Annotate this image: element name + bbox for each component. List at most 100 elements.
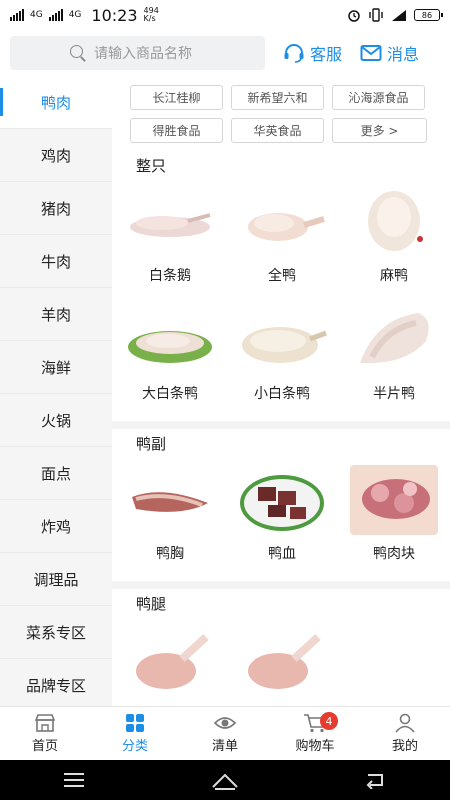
battery-icon: 86: [414, 9, 443, 21]
status-right: 86: [347, 8, 443, 22]
search-icon: [70, 45, 86, 61]
tab-label: 分类: [121, 739, 148, 754]
product-item[interactable]: 鸭血: [226, 459, 338, 577]
alarm-icon: [348, 10, 360, 22]
sidebar-item-label: 牛肉: [40, 252, 71, 271]
product-item[interactable]: 半片鸭: [338, 299, 450, 417]
bottom-tab-bar: 首页 分类 清单 购物车 4 我的: [0, 706, 450, 760]
mail-icon: [360, 45, 382, 61]
raw-goose-image: [122, 181, 218, 259]
large-duck-image: [122, 299, 218, 377]
cart-count-badge: 4: [320, 712, 338, 730]
sidebar-item[interactable]: 火锅: [0, 394, 112, 447]
product-item[interactable]: 鸭胸: [114, 459, 226, 577]
sidebar-item-label: 炸鸡: [40, 517, 71, 536]
sidebar-item-label: 调理品: [33, 570, 79, 589]
section-title: 鸭腿: [136, 595, 167, 613]
product-grid: [112, 619, 450, 706]
message-label: 消息: [387, 45, 420, 64]
product-name: 麻鸭: [380, 268, 408, 284]
sidebar-item-label: 羊肉: [40, 305, 71, 324]
sidebar-item-label: 猪肉: [40, 199, 71, 218]
sidebar-item[interactable]: 牛肉: [0, 235, 112, 288]
sidebar-item[interactable]: 鸡肉: [0, 129, 112, 182]
sidebar-item[interactable]: 海鲜: [0, 341, 112, 394]
status-left: 4G 4G 10:23 494 K/s: [10, 6, 166, 25]
section-divider: [112, 421, 450, 429]
brand-chip[interactable]: 长江桂柳: [130, 85, 223, 110]
sidebar-item-label: 菜系专区: [25, 623, 86, 642]
product-item[interactable]: 全鸭: [226, 181, 338, 299]
product-item[interactable]: 麻鸭: [338, 181, 450, 299]
network-label-2: 4G: [68, 10, 82, 20]
tab-item[interactable]: 首页: [0, 707, 90, 760]
section-title: 整只: [136, 157, 167, 175]
sidebar-item-label: 鸭肉: [40, 93, 71, 112]
brand-chip[interactable]: 得胜食品: [130, 118, 223, 143]
sidebar-item[interactable]: 菜系专区: [0, 606, 112, 659]
tab-item[interactable]: 分类: [90, 707, 180, 760]
sidebar-item[interactable]: 品牌专区: [0, 659, 112, 706]
brand-chip[interactable]: 新希望六和: [231, 85, 324, 110]
customer-service-button[interactable]: 客服: [283, 41, 342, 65]
grid-icon: [124, 713, 146, 735]
product-name: 鸭血: [268, 546, 296, 562]
category-sidebar: 鸭肉鸡肉猪肉牛肉羊肉海鲜火锅面点炸鸡调理品菜系专区品牌专区: [0, 76, 112, 706]
duck-breast-image: [122, 459, 218, 537]
product-grid: 鸭胸 鸭血 鸭肉块: [112, 459, 450, 577]
search-input[interactable]: 请输入商品名称: [10, 36, 265, 70]
product-item[interactable]: 白条鹅: [114, 181, 226, 299]
tab-label: 购物车: [295, 739, 335, 754]
product-name: 白条鹅: [149, 268, 191, 284]
small-duck-image: [234, 299, 330, 377]
home-icon[interactable]: [210, 770, 240, 790]
status-bar: 4G 4G 10:23 494 K/s 86: [0, 0, 450, 30]
product-item[interactable]: 鸭肉块: [338, 459, 450, 577]
brand-chip[interactable]: 华英食品: [231, 118, 324, 143]
signal-strength-icon: [392, 10, 406, 21]
product-name: 全鸭: [268, 268, 296, 284]
tab-item[interactable]: 清单: [180, 707, 270, 760]
tab-label: 清单: [211, 739, 238, 754]
product-item[interactable]: [114, 619, 226, 706]
sidebar-item[interactable]: 面点: [0, 447, 112, 500]
search-placeholder: 请输入商品名称: [94, 46, 192, 62]
mallard-duck-image: [346, 181, 442, 259]
duck-chunks-image: [346, 459, 442, 537]
sidebar-item[interactable]: 鸭肉: [0, 76, 112, 129]
product-name: 鸭肉块: [373, 546, 415, 562]
product-name: 鸭胸: [156, 546, 184, 562]
product-item[interactable]: 大白条鸭: [114, 299, 226, 417]
tab-item[interactable]: 购物车 4: [270, 707, 360, 760]
battery-level: 86: [421, 10, 433, 20]
more-brands-button[interactable]: 更多 >: [332, 118, 427, 143]
sidebar-item[interactable]: 调理品: [0, 553, 112, 606]
store-icon: [34, 713, 56, 735]
product-item[interactable]: 小白条鸭: [226, 299, 338, 417]
duck-blood-image: [234, 459, 330, 537]
product-name: 大白条鸭: [142, 386, 198, 402]
sidebar-item[interactable]: 羊肉: [0, 288, 112, 341]
status-time: 10:23: [91, 5, 138, 25]
sidebar-item-label: 品牌专区: [25, 676, 86, 695]
whole-duck-image: [234, 181, 330, 259]
back-icon[interactable]: [364, 771, 388, 789]
user-icon: [394, 713, 416, 735]
headset-icon: [284, 44, 304, 63]
signal-icon: [48, 9, 63, 21]
menu-icon[interactable]: [62, 771, 86, 789]
message-button[interactable]: 消息: [360, 41, 419, 65]
tab-item[interactable]: 我的: [360, 707, 450, 760]
sidebar-item-label: 鸡肉: [40, 146, 71, 165]
sidebar-item-label: 火锅: [40, 411, 71, 430]
half-duck-image: [346, 299, 442, 377]
top-header: 请输入商品名称 客服 消息: [0, 30, 450, 76]
sidebar-item[interactable]: 猪肉: [0, 182, 112, 235]
product-item[interactable]: [226, 619, 338, 706]
network-speed: 494 K/s: [143, 6, 159, 23]
sidebar-item[interactable]: 炸鸡: [0, 500, 112, 553]
customer-service-label: 客服: [310, 45, 343, 64]
tab-label: 我的: [391, 739, 418, 754]
system-nav-bar: [0, 760, 450, 800]
brand-chip[interactable]: 沁海源食品: [332, 85, 425, 110]
